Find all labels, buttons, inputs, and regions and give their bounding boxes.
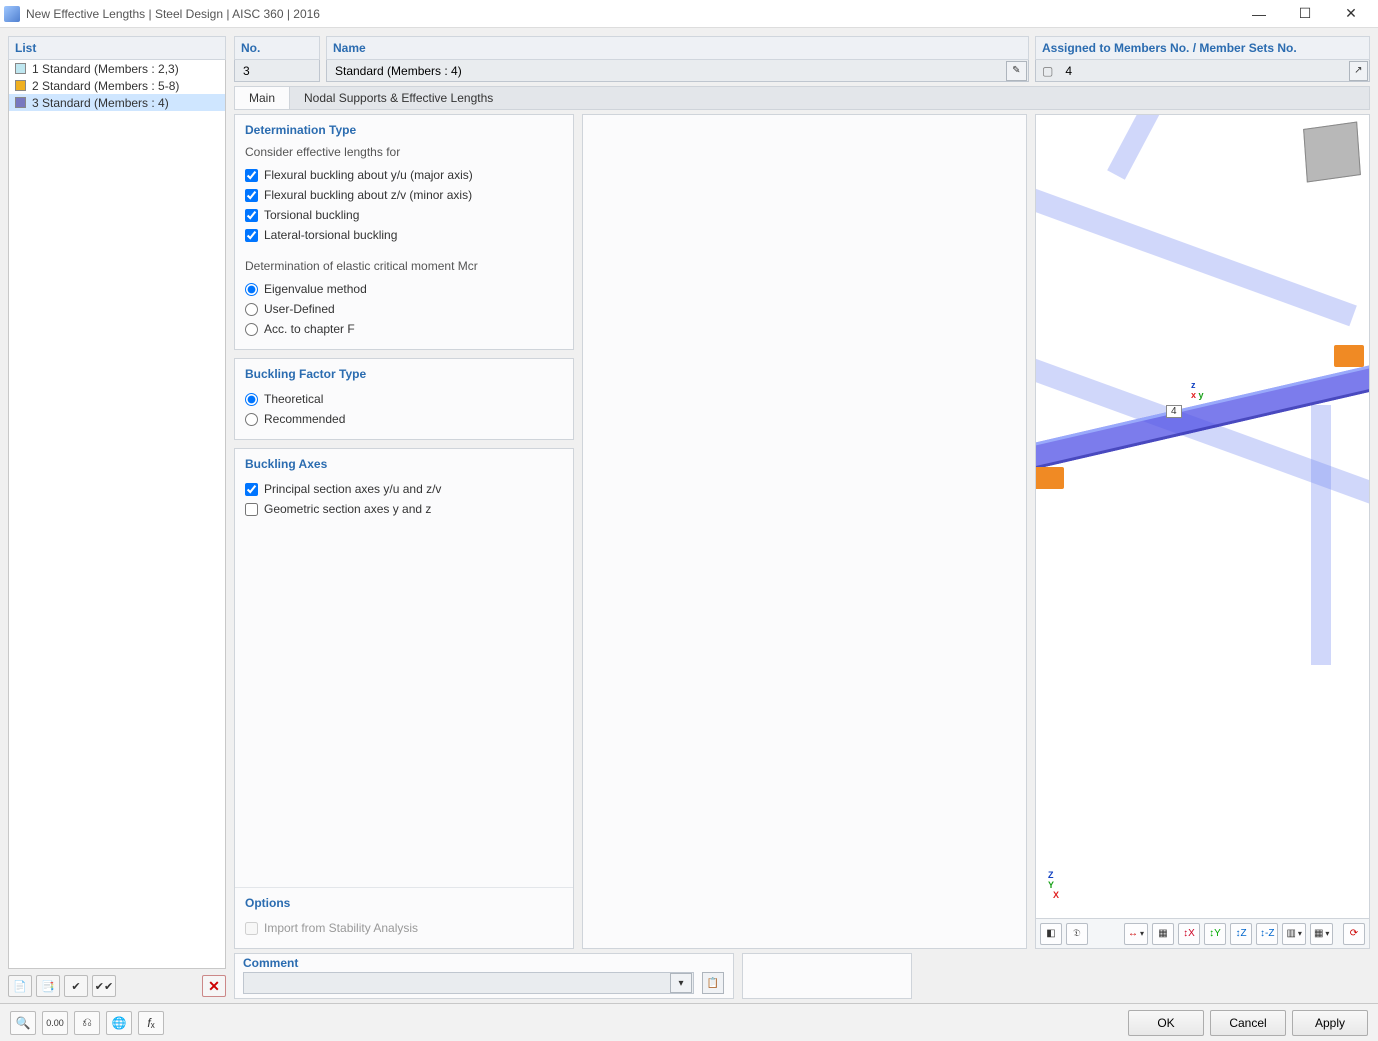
consider-label: Consider effective lengths for [245,145,563,159]
user-radio[interactable]: User-Defined [245,299,563,319]
determination-type-title: Determination Type [235,115,573,143]
delete-button[interactable]: ✕ [202,975,226,997]
y-axis-btn[interactable]: ↕Y [1204,923,1226,945]
references-button[interactable]: ⎌ [74,1011,100,1035]
ok-button[interactable]: OK [1128,1010,1204,1036]
comment-dropdown-icon[interactable]: ▾ [670,973,692,993]
list-toolbar: 📄 📑 ✔ ✔✔ ✕ [8,973,226,999]
support-icon [1036,467,1064,489]
grid-btn[interactable]: ▦ [1152,923,1174,945]
z-axis-btn[interactable]: ↕Z [1230,923,1252,945]
edit-name-icon[interactable]: ✎ [1006,61,1027,81]
options-title: Options [235,888,573,916]
lat-tor-checkbox[interactable]: Lateral-torsional buckling [245,225,563,245]
geometric-axes-checkbox[interactable]: Geometric section axes y and z [245,499,563,519]
support-icon [1334,345,1364,367]
window-title: New Effective Lengths | Steel Design | A… [26,7,1236,21]
flex-z-checkbox[interactable]: Flexural buckling about z/v (minor axis) [245,185,563,205]
comment-apply-icon[interactable]: 📋 [702,972,724,994]
help-button[interactable]: 🔍 [10,1011,36,1035]
theoretical-radio[interactable]: Theoretical [245,389,563,409]
units-button[interactable]: 0.00 [42,1011,68,1035]
axis-btn[interactable]: ↔▾ [1124,923,1148,945]
color-swatch [15,97,26,108]
apply-button[interactable]: Apply [1292,1010,1368,1036]
buckling-axes-title: Buckling Axes [235,449,573,477]
assigned-input[interactable] [1057,64,1348,78]
model-viewport[interactable]: 4 zx y ZY X [1036,115,1369,918]
list-item[interactable]: 3 Standard (Members : 4) [9,94,225,111]
list-item-label: 1 Standard (Members : 2,3) [32,62,179,76]
local-axis-icon: zx y [1191,380,1204,400]
title-bar: New Effective Lengths | Steel Design | A… [0,0,1378,28]
orientation-cube[interactable] [1303,121,1361,182]
neg-z-btn[interactable]: ↕-Z [1256,923,1278,945]
torsional-checkbox[interactable]: Torsional buckling [245,205,563,225]
tab-bar: Main Nodal Supports & Effective Lengths [234,86,1370,110]
footer-bar: 🔍 0.00 ⎌ 🌐 fₓ OK Cancel Apply [0,1003,1378,1041]
pick-members-icon[interactable]: ↗ [1349,61,1368,81]
comment-input[interactable] [244,976,670,991]
buckling-factor-title: Buckling Factor Type [235,359,573,387]
close-button[interactable]: ✕ [1328,0,1374,28]
member-icon: ▢ [1036,64,1057,78]
new-item-button[interactable]: 📄 [8,975,32,997]
name-input[interactable] [327,64,1006,78]
list-panel-title: List [8,36,226,60]
color-swatch [15,63,26,74]
x-axis-btn[interactable]: ↕X [1178,923,1200,945]
view-menu-1[interactable]: ▥▾ [1282,923,1305,945]
list-box[interactable]: 1 Standard (Members : 2,3) 2 Standard (M… [8,60,226,969]
no-label: No. [234,36,320,60]
details-panel [582,114,1027,949]
fx-button[interactable]: fₓ [138,1011,164,1035]
cancel-button[interactable]: Cancel [1210,1010,1286,1036]
member-label: 4 [1166,405,1182,418]
view-button-1[interactable]: ◧ [1040,923,1062,945]
refresh-view-btn[interactable]: ⟳ [1343,923,1365,945]
color-swatch [15,80,26,91]
no-input[interactable] [235,64,319,78]
mcr-label: Determination of elastic critical moment… [245,259,563,273]
list-item[interactable]: 1 Standard (Members : 2,3) [9,60,225,77]
recommended-radio[interactable]: Recommended [245,409,563,429]
check-all-button[interactable]: ✔✔ [92,975,116,997]
view-button-2[interactable]: 𝔇 [1066,923,1088,945]
assigned-label: Assigned to Members No. / Member Sets No… [1035,36,1370,60]
viewport-toolbar: ◧ 𝔇 ↔▾ ▦ ↕X ↕Y ↕Z ↕-Z ▥▾ ▦▾ ⟳ [1036,918,1369,948]
global-axis-icon: ZY X [1048,870,1059,900]
tab-main[interactable]: Main [235,87,290,109]
minimize-button[interactable]: — [1236,0,1282,28]
globe-button[interactable]: 🌐 [106,1011,132,1035]
duplicate-button[interactable]: 📑 [36,975,60,997]
import-stability-checkbox: Import from Stability Analysis [245,918,563,938]
maximize-button[interactable]: ☐ [1282,0,1328,28]
list-item-label: 3 Standard (Members : 4) [32,96,169,110]
tab-nodal-supports[interactable]: Nodal Supports & Effective Lengths [290,87,507,109]
name-label: Name [326,36,1029,60]
view-menu-2[interactable]: ▦▾ [1310,923,1333,945]
chapter-f-radio[interactable]: Acc. to chapter F [245,319,563,339]
eigen-radio[interactable]: Eigenvalue method [245,279,563,299]
list-item-label: 2 Standard (Members : 5-8) [32,79,179,93]
flex-y-checkbox[interactable]: Flexural buckling about y/u (major axis) [245,165,563,185]
app-icon [4,6,20,22]
check-button[interactable]: ✔ [64,975,88,997]
comment-spacer [742,953,912,999]
principal-axes-checkbox[interactable]: Principal section axes y/u and z/v [245,479,563,499]
model-viewport-panel: 4 zx y ZY X ◧ 𝔇 ↔▾ ▦ ↕X ↕Y ↕Z ↕-Z [1035,114,1370,949]
comment-title: Comment [243,956,694,970]
list-item[interactable]: 2 Standard (Members : 5-8) [9,77,225,94]
